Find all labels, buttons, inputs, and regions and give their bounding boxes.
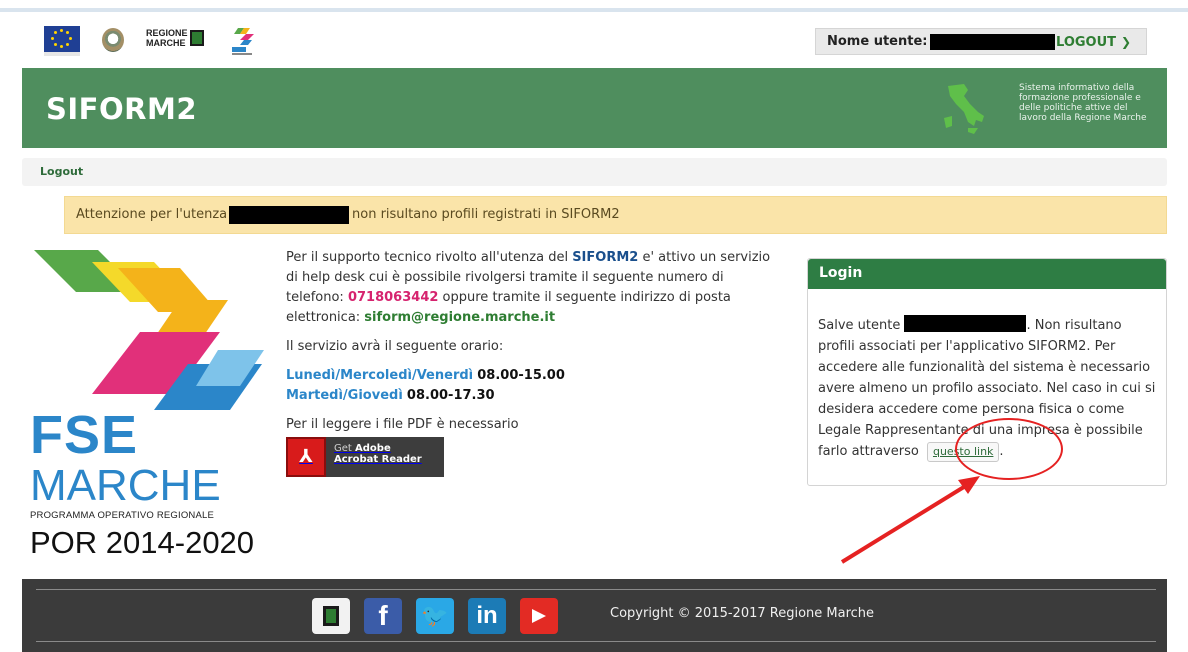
eu-caption: [44, 52, 80, 56]
top-divider: [0, 8, 1188, 12]
italy-map-icon: [944, 84, 984, 134]
app-header: SIFORM2 Sistema informativo della formaz…: [22, 68, 1167, 148]
pdf-note: Per il leggere i file PDF è necessario: [286, 417, 519, 432]
user-box: Nome utente: LOGOUT ❯: [815, 28, 1147, 55]
schedule: Lunedì/Mercoledì/Venerdì 08.00-15.00 Mar…: [286, 366, 774, 406]
login-username-redacted: [904, 315, 1027, 332]
italian-republic-emblem: [102, 28, 124, 52]
youtube-icon[interactable]: [520, 598, 558, 634]
app-description: Sistema informativo della formazione pro…: [1019, 83, 1147, 123]
social-links: f 🐦 in: [312, 598, 558, 634]
footer: f 🐦 in Copyright © 2015-2017 Regione Mar…: [22, 579, 1167, 652]
warning-alert: Attenzione per l'utenza non risultano pr…: [64, 196, 1167, 234]
support-brand: SIFORM2: [572, 250, 639, 265]
logo-programme-text: PROGRAMMA OPERATIVO REGIONALE: [30, 510, 215, 521]
footer-divider-top: [36, 589, 1156, 590]
support-paragraph: Per il supporto tecnico rivolto all'uten…: [286, 248, 774, 328]
twitter-icon[interactable]: 🐦: [416, 598, 454, 634]
schedule-hours-1: 08.00-15.00: [477, 368, 565, 383]
logo-marche-text: MARCHE: [30, 461, 221, 510]
fse-marche-logo: FSE MARCHE PROGRAMMA OPERATIVO REGIONALE…: [28, 246, 266, 564]
username-redacted: [930, 34, 1055, 50]
adobe-reader-button[interactable]: ⅄ Get Adobe Acrobat Reader: [286, 437, 444, 477]
logo-years-text: POR 2014-2020: [30, 525, 255, 560]
username-label: Nome utente:: [827, 34, 928, 49]
linkedin-icon[interactable]: in: [468, 598, 506, 634]
copyright-text: Copyright © 2015-2017 Regione Marche: [610, 606, 875, 621]
breadcrumb: Logout: [22, 158, 1167, 186]
logo-fse-text: FSE: [30, 405, 139, 465]
support-phone: 0718063442: [347, 290, 439, 305]
alert-text-suffix: non risultano profili registrati in SIFO…: [352, 207, 620, 222]
fse-mini-logo: [232, 28, 254, 55]
adobe-product: Acrobat Reader: [334, 454, 422, 465]
app-title[interactable]: SIFORM2: [46, 92, 197, 126]
schedule-days-1: Lunedì/Mercoledì/Venerdì: [286, 368, 474, 383]
adobe-name: Adobe: [355, 443, 391, 454]
logout-label: LOGOUT: [1056, 34, 1117, 50]
support-email[interactable]: siform@regione.marche.it: [364, 310, 555, 325]
chevron-right-icon: ❯: [1121, 35, 1132, 49]
support-text-a: Per il supporto tecnico rivolto all'uten…: [286, 250, 573, 265]
regione-marche-logo-text: REGIONE MARCHE: [146, 28, 188, 48]
footer-divider-bottom: [36, 641, 1156, 642]
schedule-days-2: Martedì/Giovedì: [286, 388, 403, 403]
annotation-arrow: [840, 476, 980, 564]
schedule-hours-2: 08.00-17.30: [406, 388, 495, 403]
logout-button[interactable]: LOGOUT ❯: [1056, 32, 1135, 52]
eu-flag-logo: [44, 26, 80, 52]
alert-username-redacted: [229, 206, 349, 224]
regione-marche-badge-icon: [190, 30, 204, 46]
adobe-text: Get Adobe Acrobat Reader: [326, 437, 422, 477]
adobe-get: Get: [334, 443, 352, 454]
login-text-a: Salve utente: [818, 318, 901, 333]
regione-marche-icon[interactable]: [312, 598, 350, 634]
alert-text-prefix: Attenzione per l'utenza: [76, 207, 228, 222]
schedule-intro: Il servizio avrà il seguente orario:: [286, 339, 504, 354]
support-info: Per il supporto tecnico rivolto all'uten…: [286, 248, 774, 477]
fse-shapes-graphic: [34, 250, 264, 410]
breadcrumb-logout-link[interactable]: Logout: [40, 165, 83, 178]
login-panel-title: Login: [808, 259, 1166, 289]
adobe-acrobat-icon: ⅄: [286, 437, 326, 477]
facebook-icon[interactable]: f: [364, 598, 402, 634]
